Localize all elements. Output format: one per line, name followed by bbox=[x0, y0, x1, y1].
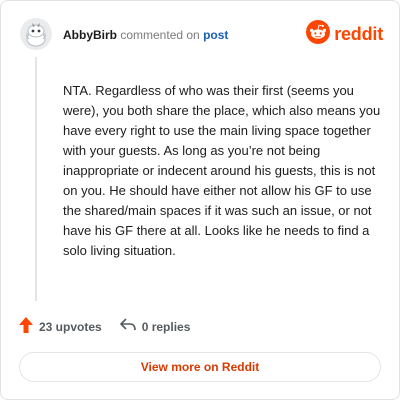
upvote-button[interactable]: 23 upvotes bbox=[19, 317, 102, 336]
comment-header: AbbyBirb commented on post reddit bbox=[1, 1, 399, 67]
comment-meta: AbbyBirb commented on post bbox=[63, 27, 228, 43]
thread-line bbox=[35, 57, 37, 301]
reply-count: 0 replies bbox=[141, 319, 191, 334]
comment-body: NTA. Regardless of who was their first (… bbox=[63, 83, 381, 258]
reply-button[interactable]: 0 replies bbox=[119, 318, 191, 335]
comment-actions: 23 upvotes 0 replies bbox=[19, 317, 190, 336]
upvote-arrow-icon bbox=[19, 317, 33, 336]
user-avatar-icon[interactable] bbox=[19, 17, 53, 51]
comment-embed-card: AbbyBirb commented on post reddit NTA. R… bbox=[0, 0, 400, 400]
upvote-count: 23 upvotes bbox=[39, 319, 102, 334]
view-more-button[interactable]: View more on Reddit bbox=[19, 352, 381, 382]
commented-on-text: commented on bbox=[120, 28, 200, 42]
post-link[interactable]: post bbox=[203, 28, 228, 42]
reddit-wordmark: reddit bbox=[334, 23, 383, 44]
reddit-brand[interactable]: reddit bbox=[306, 19, 383, 49]
reddit-logo-icon bbox=[306, 19, 331, 49]
username-link[interactable]: AbbyBirb bbox=[63, 28, 117, 42]
reply-arrow-icon bbox=[119, 318, 136, 335]
